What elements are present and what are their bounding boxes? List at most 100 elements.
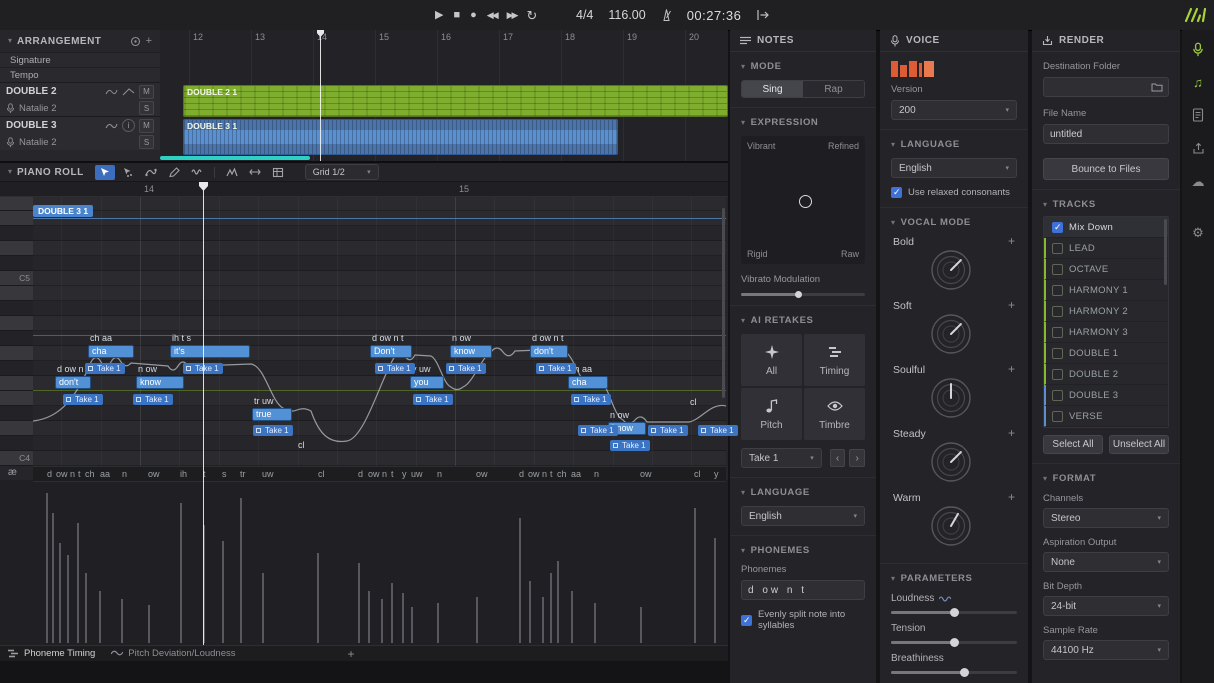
take-select[interactable]: Take 1 <box>741 448 822 468</box>
phoneme-token[interactable]: uw <box>262 469 274 479</box>
automation-icon[interactable] <box>122 87 135 96</box>
phoneme-token[interactable]: s <box>222 469 227 479</box>
phonemes-section-header[interactable]: ▾ PHONEMES <box>741 545 865 556</box>
vocal-mode-add-button[interactable]: + <box>1008 234 1015 248</box>
mode-option-sing[interactable]: Sing <box>742 81 803 97</box>
track-checkbox[interactable] <box>1052 306 1063 317</box>
render-track-row[interactable]: HARMONY 2 <box>1044 301 1168 322</box>
time-signature[interactable]: 4/4 <box>576 8 593 22</box>
take-chip[interactable]: Take 1 <box>446 363 486 374</box>
vocal-mode-knob[interactable] <box>927 374 975 422</box>
phoneme-token[interactable]: cl <box>318 469 325 479</box>
format-section-header[interactable]: ▾ FORMAT <box>1043 473 1169 484</box>
piano-note[interactable]: know <box>136 376 184 389</box>
track-checkbox[interactable] <box>1052 369 1063 380</box>
phoneme-token[interactable]: cl <box>694 469 701 479</box>
phoneme-token[interactable]: n <box>542 469 547 479</box>
destination-folder-input[interactable] <box>1043 77 1169 97</box>
metronome-icon[interactable] <box>661 8 672 22</box>
tempo-value[interactable]: 116.00 <box>608 8 645 22</box>
signature-row[interactable]: Signature <box>0 52 160 67</box>
track-checkbox[interactable] <box>1052 327 1063 338</box>
vocal-mode-add-button[interactable]: + <box>1008 426 1015 440</box>
take-chip[interactable]: Take 1 <box>610 440 650 451</box>
folder-icon[interactable] <box>1151 82 1163 92</box>
vocal-mode-add-button[interactable]: + <box>1008 362 1015 376</box>
parameters-section-header[interactable]: ▾ PARAMETERS <box>891 573 1017 584</box>
stop-button[interactable]: ■ <box>453 10 460 21</box>
vocal-mode-knob[interactable] <box>927 310 975 358</box>
piano-note[interactable]: it's <box>170 345 250 358</box>
arrangement-playhead[interactable] <box>320 30 321 161</box>
next-take-button[interactable]: › <box>849 449 865 467</box>
phoneme-token[interactable]: y <box>402 469 407 479</box>
mode-option-rap[interactable]: Rap <box>803 81 864 97</box>
phoneme-token[interactable]: n <box>70 469 75 479</box>
parameter-slider[interactable] <box>891 641 1017 644</box>
black-key[interactable] <box>0 331 33 346</box>
pen-tool-button[interactable] <box>164 165 184 180</box>
phoneme-token[interactable]: ow <box>56 469 68 479</box>
black-key[interactable] <box>0 406 33 421</box>
retake-timing-button[interactable]: Timing <box>804 334 865 386</box>
vocal-mode-section-header[interactable]: ▾ VOCAL MODE <box>891 217 1017 228</box>
info-icon[interactable]: i <box>122 119 135 132</box>
take-chip[interactable]: Take 1 <box>536 363 576 374</box>
expression-section-header[interactable]: ▾ EXPRESSION <box>741 117 865 128</box>
phoneme-token[interactable]: ow <box>148 469 160 479</box>
black-key[interactable] <box>0 436 33 451</box>
music-library-icon[interactable]: ♫ <box>1189 73 1207 91</box>
record-button[interactable]: ● <box>470 10 477 21</box>
rewind-button[interactable]: ◀◀ <box>487 11 497 20</box>
take-chip[interactable]: Take 1 <box>85 363 125 374</box>
track-double-2[interactable]: DOUBLE 2 M Natalie 2 S <box>0 82 160 116</box>
voice-language-section-header[interactable]: ▾ LANGUAGE <box>891 139 1017 150</box>
white-key[interactable] <box>0 346 33 361</box>
retake-pitch-button[interactable]: Pitch <box>741 388 802 440</box>
render-track-row[interactable]: VERSE <box>1044 406 1168 427</box>
black-key[interactable] <box>0 256 33 271</box>
loop-range-icon[interactable] <box>130 36 141 47</box>
take-chip[interactable]: Take 1 <box>133 394 173 405</box>
clip-double-2-1[interactable]: DOUBLE 2 1 <box>183 85 728 117</box>
parameter-slider[interactable] <box>891 611 1017 614</box>
phoneme-token[interactable]: uw <box>411 469 423 479</box>
mute-button[interactable]: M <box>139 119 154 133</box>
bit-depth-select[interactable]: 24-bit <box>1043 596 1169 616</box>
grid-select[interactable]: Grid 1/2 <box>305 164 379 180</box>
phoneme-token[interactable]: n <box>382 469 387 479</box>
tab-phoneme-timing[interactable]: Phoneme Timing <box>8 648 95 659</box>
render-track-row[interactable]: HARMONY 3 <box>1044 322 1168 343</box>
curve-icon[interactable] <box>939 595 951 603</box>
take-chip[interactable]: Take 1 <box>413 394 453 405</box>
render-track-row[interactable]: HARMONY 1 <box>1044 280 1168 301</box>
ai-retakes-section-header[interactable]: ▾ AI RETAKES <box>741 315 865 326</box>
vocal-mode-add-button[interactable]: + <box>1008 490 1015 504</box>
select-tool-button[interactable] <box>95 165 115 180</box>
track-checkbox[interactable] <box>1052 243 1063 254</box>
split-syllables-checkbox[interactable] <box>741 615 752 626</box>
vocal-mode-add-button[interactable]: + <box>1008 298 1015 312</box>
sample-rate-select[interactable]: 44100 Hz <box>1043 640 1169 660</box>
black-key[interactable] <box>0 361 33 376</box>
peaks-tool-button[interactable] <box>222 165 242 180</box>
stretch-tool-button[interactable] <box>245 165 265 180</box>
pitch-curve-icon[interactable] <box>105 87 118 96</box>
slider-handle[interactable] <box>960 668 969 677</box>
white-key[interactable]: C5 <box>0 271 33 286</box>
settings-gear-icon[interactable]: ⚙ <box>1189 223 1207 241</box>
arrangement-timeline[interactable]: DOUBLE 2 1 DOUBLE 3 1 121314151617181920 <box>160 30 728 161</box>
render-track-row[interactable]: Mix Down <box>1044 217 1168 238</box>
pitch-curve-icon[interactable] <box>105 121 118 130</box>
phoneme-token[interactable]: d <box>519 469 524 479</box>
piano-roll-playhead[interactable] <box>203 182 204 645</box>
select-all-button[interactable]: Select All <box>1043 435 1103 454</box>
track-list-scrollbar[interactable] <box>1164 219 1167 285</box>
render-track-row[interactable]: LEAD <box>1044 238 1168 259</box>
version-select[interactable]: 200 <box>891 100 1017 120</box>
phonemes-input[interactable]: d ow n t <box>741 580 865 600</box>
track-checkbox[interactable] <box>1052 264 1063 275</box>
white-key[interactable] <box>0 211 33 226</box>
phoneme-token[interactable]: aa <box>571 469 581 479</box>
track-double-3[interactable]: DOUBLE 3 i M Natalie 2 S <box>0 116 160 150</box>
